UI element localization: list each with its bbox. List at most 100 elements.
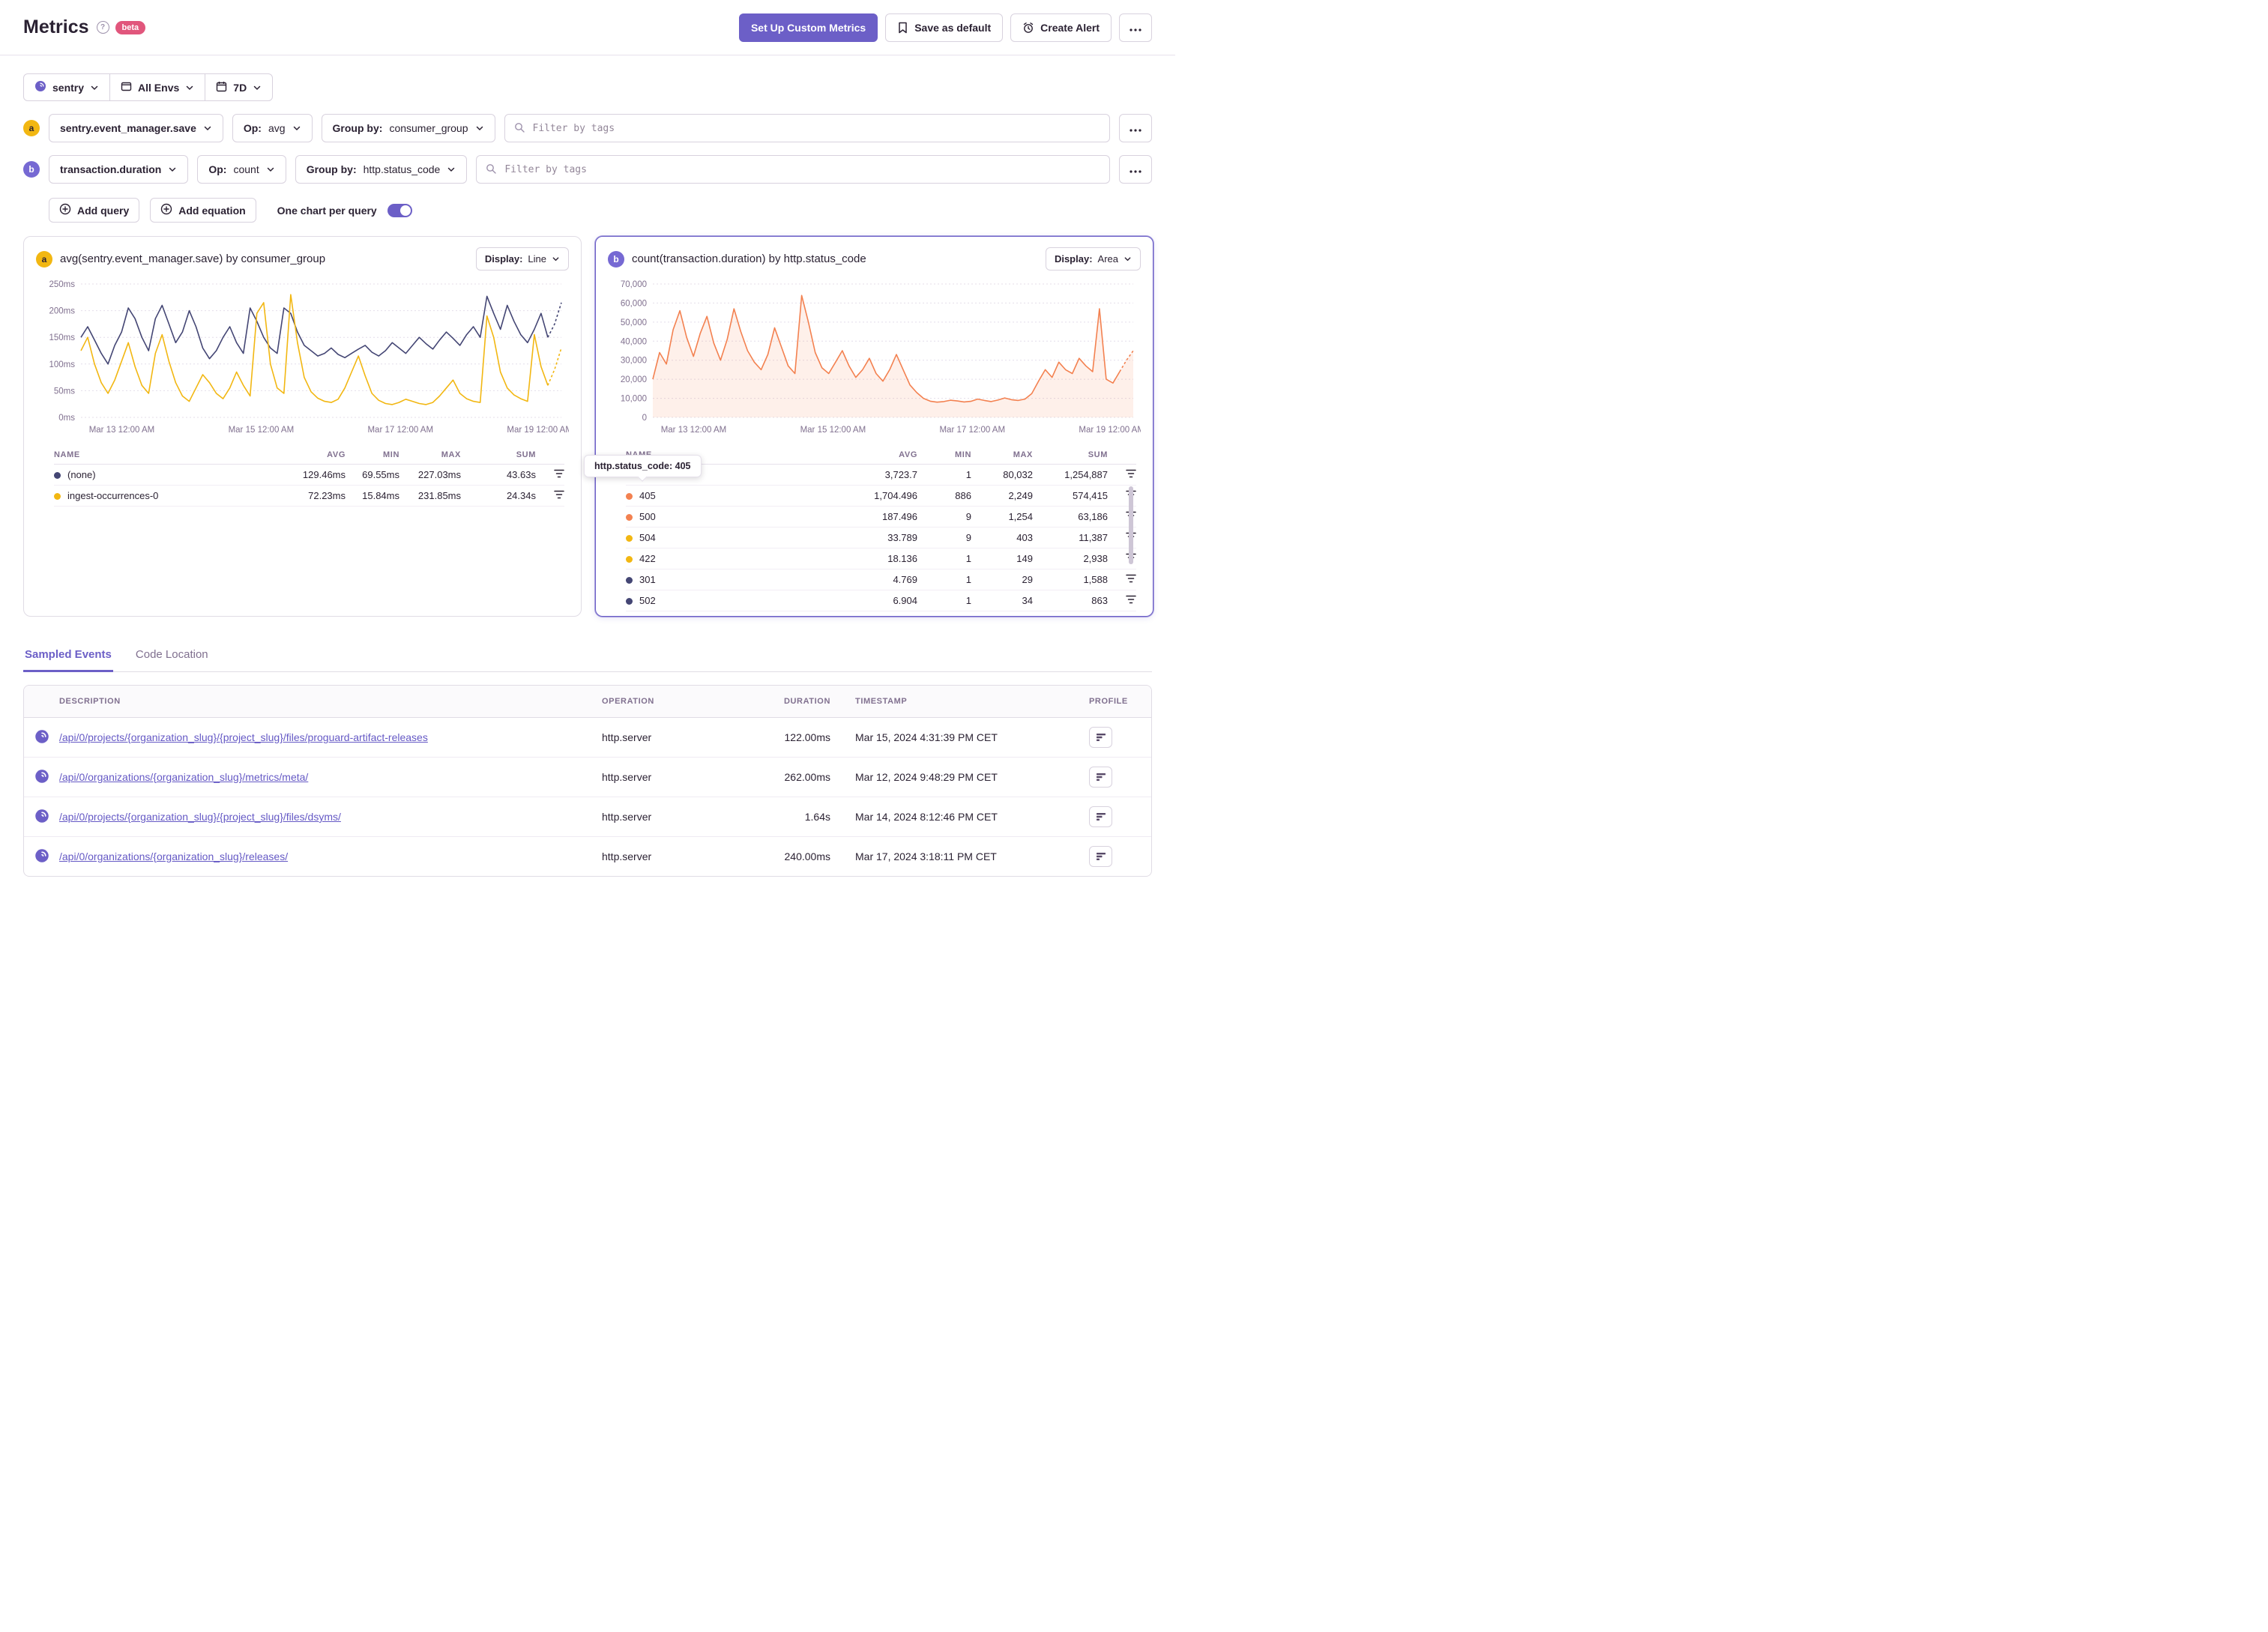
- row-filter-button[interactable]: [554, 490, 564, 501]
- summary-row[interactable]: (none) 129.46ms 69.55ms 227.03ms 43.63s: [54, 464, 564, 486]
- event-description-link[interactable]: /api/0/projects/{organization_slug}/{pro…: [59, 731, 428, 743]
- summary-row[interactable]: ingest-occurrences-0 72.23ms 15.84ms 231.85…: [54, 485, 564, 507]
- tab-sampled-events[interactable]: Sampled Events: [23, 642, 113, 672]
- line-chart[interactable]: 0ms 50ms 100ms 150ms 200ms 250ms Mar 13 12:00 …: [36, 276, 569, 438]
- svg-text:60,000: 60,000: [621, 299, 647, 308]
- series-name-cell: 504: [626, 527, 830, 548]
- series-name-cell: 422: [626, 548, 830, 569]
- profile-button[interactable]: [1089, 727, 1112, 748]
- environment-selector[interactable]: All Envs: [109, 74, 205, 100]
- chart-panels: a avg(sentry.event_manager.save) by cons…: [23, 236, 1153, 617]
- series-summary-table-b: NAME AVG MIN MAX SUM 3,723.7180,0321,254…: [626, 447, 1136, 611]
- area-chart[interactable]: 0 10,000 20,000 30,000 40,000 50,000 60,000 70,…: [608, 276, 1141, 438]
- table-row: /api/0/projects/{organization_slug}/{pro…: [24, 797, 1151, 837]
- row-filter-button[interactable]: [554, 469, 564, 480]
- series-avg-value: 72.23ms: [259, 485, 346, 507]
- series-min-value: 69.55ms: [346, 464, 399, 486]
- event-description-link[interactable]: /api/0/organizations/{organization_slug}…: [59, 771, 308, 783]
- table-row: /api/0/organizations/{organization_slug}…: [24, 758, 1151, 797]
- summary-row[interactable]: 405 1,704.496 886 2,249 574,415: [626, 485, 1136, 507]
- create-alert-button[interactable]: Create Alert: [1010, 13, 1112, 42]
- chart-panel-b[interactable]: b count(transaction.duration) by http.st…: [595, 236, 1153, 617]
- summary-row[interactable]: 504 33.789 9 403 11,387: [626, 527, 1136, 548]
- profile-flamegraph-icon: [1096, 734, 1106, 741]
- summary-row[interactable]: 502 6.904 1 34 863: [626, 590, 1136, 611]
- filter-icon: [1126, 574, 1136, 583]
- col-header-operation: OPERATION: [602, 686, 759, 718]
- summary-row[interactable]: 3,723.7 1 80,032 1,254,887: [626, 464, 1136, 486]
- col-header-avg: AVG: [259, 447, 346, 465]
- query-badge-a: a: [23, 120, 40, 136]
- query-row-a: a sentry.event_manager.save Op: avg Grou…: [23, 114, 1152, 142]
- series-avg-value: 18.136: [830, 548, 917, 569]
- status-code-tooltip: http.status_code: 405: [584, 455, 702, 477]
- series-name: 504: [639, 532, 656, 543]
- event-description-link[interactable]: /api/0/organizations/{organization_slug}…: [59, 850, 288, 862]
- panel-header-a: a avg(sentry.event_manager.save) by cons…: [36, 247, 569, 271]
- summary-row[interactable]: 422 18.136 1 149 2,938: [626, 548, 1136, 569]
- profile-button[interactable]: [1089, 806, 1112, 827]
- series-name: ingest-occurrences-0: [67, 490, 159, 501]
- calendar-icon: [216, 81, 227, 94]
- profile-button[interactable]: [1089, 767, 1112, 788]
- groupby-selector-a[interactable]: Group by: consumer_group: [321, 114, 495, 142]
- add-equation-button[interactable]: Add equation: [150, 198, 256, 223]
- tag-filter-input-a[interactable]: [531, 121, 1100, 135]
- header-more-button[interactable]: [1119, 13, 1152, 42]
- row-filter-button[interactable]: [1126, 469, 1136, 480]
- profile-flamegraph-icon: [1096, 773, 1106, 781]
- summary-row[interactable]: 301 4.769 1 29 1,588: [626, 569, 1136, 590]
- tab-code-location[interactable]: Code Location: [134, 642, 210, 671]
- tag-filter-input-b[interactable]: [503, 163, 1100, 176]
- col-header-max: MAX: [971, 447, 1033, 465]
- svg-text:Mar 13 12:00 AM: Mar 13 12:00 AM: [89, 426, 155, 435]
- project-selector[interactable]: sentry: [24, 74, 109, 100]
- series-max-value: 80,032: [971, 464, 1033, 486]
- add-query-button[interactable]: Add query: [49, 198, 140, 223]
- metric-selector-b[interactable]: transaction.duration: [49, 155, 189, 184]
- query-more-button-a[interactable]: [1119, 114, 1152, 142]
- svg-text:Mar 13 12:00 AM: Mar 13 12:00 AM: [661, 426, 727, 435]
- chart-panel-a[interactable]: a avg(sentry.event_manager.save) by cons…: [23, 236, 582, 617]
- series-sum-value: 1,588: [1033, 569, 1108, 590]
- series-avg-value: 33.789: [830, 527, 917, 548]
- tag-filter-b: [476, 155, 1110, 184]
- event-duration: 262.00ms: [759, 758, 830, 797]
- col-header-sum: SUM: [461, 447, 536, 465]
- row-filter-button[interactable]: [1126, 574, 1136, 585]
- op-selector-b[interactable]: Op: count: [197, 155, 286, 184]
- summary-row[interactable]: 500 187.496 9 1,254 63,186: [626, 506, 1136, 528]
- help-icon[interactable]: ?: [96, 21, 109, 34]
- date-range-selector[interactable]: 7D: [205, 74, 272, 100]
- metric-selector-a[interactable]: sentry.event_manager.save: [49, 114, 223, 142]
- series-sum-value: 2,938: [1033, 548, 1108, 569]
- table-scrollbar[interactable]: [1129, 486, 1133, 564]
- series-name: 301: [639, 574, 656, 585]
- event-description-link[interactable]: /api/0/projects/{organization_slug}/{pro…: [59, 811, 341, 823]
- series-max-value: 1,254: [971, 506, 1033, 528]
- table-row: /api/0/projects/{organization_slug}/{pro…: [24, 718, 1151, 758]
- setup-custom-metrics-button[interactable]: Set Up Custom Metrics: [738, 13, 878, 42]
- svg-text:250ms: 250ms: [49, 280, 75, 289]
- query-more-button-b[interactable]: [1119, 155, 1152, 184]
- save-as-default-button[interactable]: Save as default: [885, 13, 1004, 42]
- op-selector-a[interactable]: Op: avg: [232, 114, 313, 142]
- display-type-selector-b[interactable]: Display: Area: [1045, 247, 1141, 271]
- row-filter-button[interactable]: [1126, 595, 1136, 606]
- series-avg-value: 129.46ms: [259, 464, 346, 486]
- col-header-min: MIN: [917, 447, 971, 465]
- more-icon: [1130, 163, 1141, 175]
- groupby-selector-b[interactable]: Group by: http.status_code: [295, 155, 468, 184]
- sentry-platform-icon: [34, 848, 49, 862]
- display-type-selector-a[interactable]: Display: Line: [475, 247, 569, 271]
- one-chart-per-query-toggle[interactable]: [387, 203, 412, 217]
- chevron-down-icon: [253, 83, 262, 92]
- plus-circle-icon: [160, 203, 172, 217]
- series-min-value: 1: [917, 590, 971, 611]
- svg-text:40,000: 40,000: [621, 337, 647, 346]
- series-summary-table-a: NAME AVG MIN MAX SUM (none) 129.46ms 69.55…: [54, 447, 564, 507]
- series-max-value: 149: [971, 548, 1033, 569]
- profile-button[interactable]: [1089, 846, 1112, 867]
- svg-text:70,000: 70,000: [621, 280, 647, 289]
- series-sum-value: 43.63s: [461, 464, 536, 486]
